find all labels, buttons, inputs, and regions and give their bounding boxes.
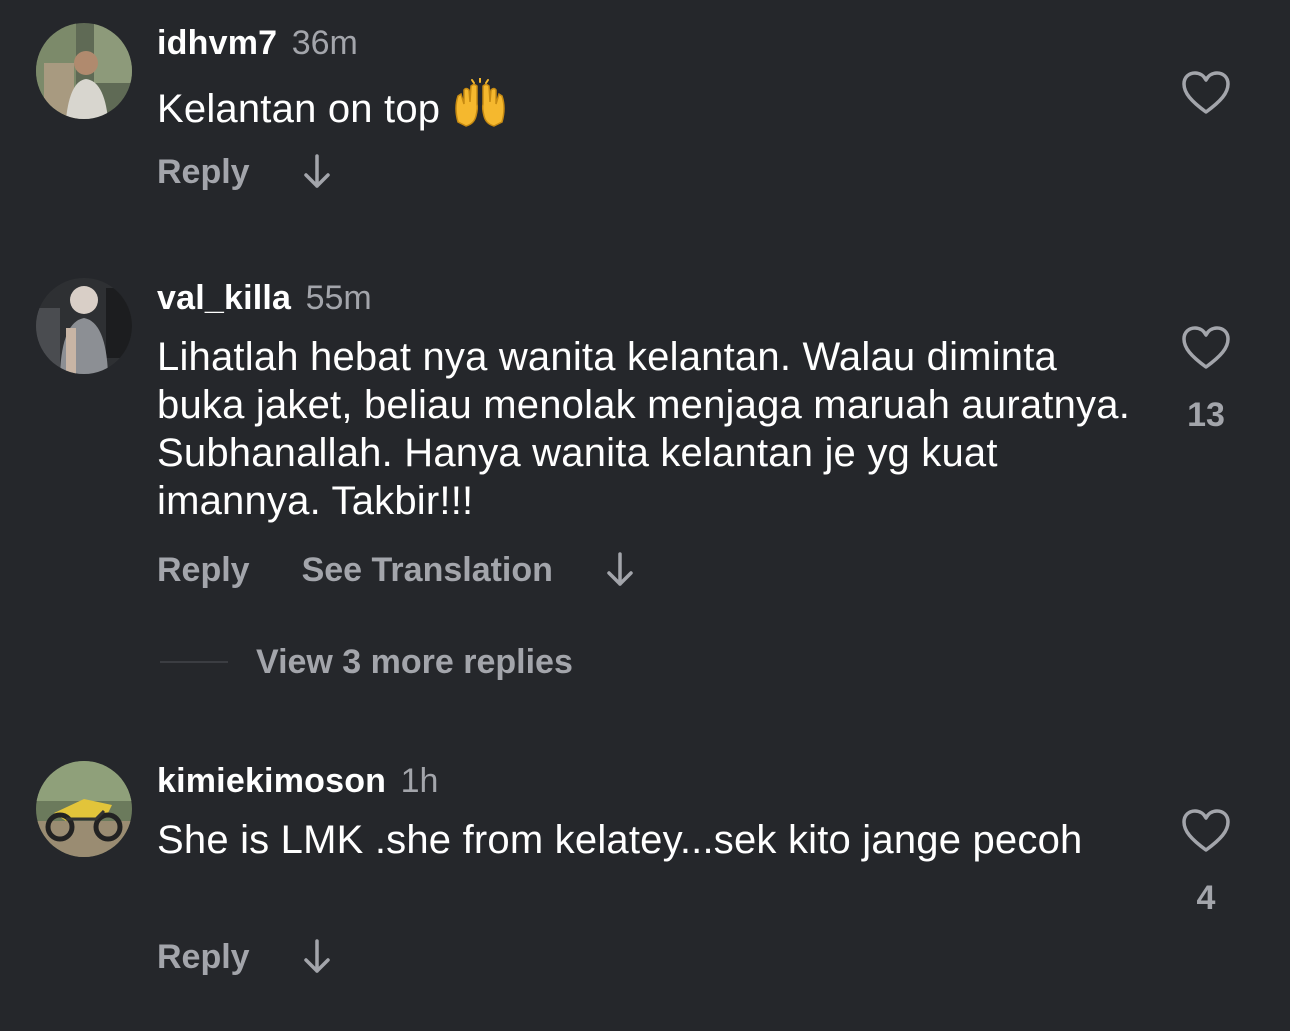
like-control: 4 [1172,808,1240,918]
heart-outline-icon[interactable] [1181,808,1231,854]
like-count: 4 [1196,879,1216,917]
arrow-down-icon[interactable] [302,937,332,977]
username[interactable]: kimiekimoson [157,762,386,800]
comments-list: idhvm7 36m Kelantan on top Reply val_kil… [0,0,1290,1031]
comment-actions: Reply [157,935,332,979]
timestamp: 1h [400,762,439,800]
reply-button[interactable]: Reply [157,938,250,977]
comment-text: She is LMK .she from kelatey...sek kito … [157,818,1083,862]
comment-header: kimiekimoson 1h [157,761,438,801]
avatar[interactable] [36,761,132,857]
comment-item: kimiekimoson 1h She is LMK .she from kel… [0,0,1290,1031]
